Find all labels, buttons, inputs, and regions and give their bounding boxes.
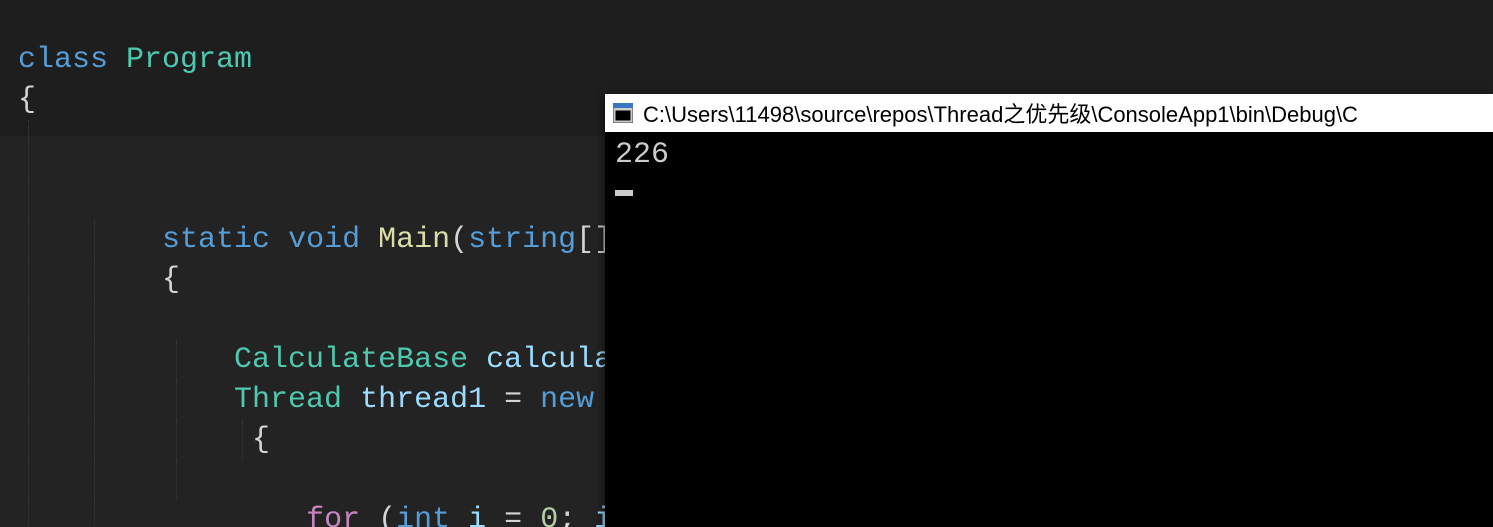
console-icon (613, 103, 633, 123)
code-line: { (18, 180, 702, 220)
console-titlebar[interactable]: C:\Users\11498\source\repos\Thread之优先级\C… (605, 94, 1493, 132)
code-line: static void Main(string[] args (18, 140, 702, 180)
code-line: Thread thread1 = new Threa (18, 260, 702, 300)
code-line: for (int i = 0; i < 10 (18, 340, 702, 380)
code-line: class Program (18, 40, 702, 80)
brace-open: { (18, 83, 36, 117)
code-line: calculate.Operatio (18, 420, 702, 460)
console-window[interactable]: C:\Users\11498\source\repos\Thread之优先级\C… (605, 94, 1493, 527)
code-line: { (18, 80, 702, 120)
code-blank (18, 120, 702, 140)
console-output-line: 226 (615, 138, 1483, 172)
type-program: Program (126, 43, 252, 77)
console-body[interactable]: 226 (605, 132, 1493, 212)
console-title: C:\Users\11498\source\repos\Thread之优先级\C… (643, 97, 1358, 129)
console-cursor (615, 190, 633, 196)
code-line: }); (18, 500, 702, 527)
code-line: { (18, 300, 702, 340)
code-line (18, 0, 702, 40)
code-line: CalculateBase calculate = (18, 220, 702, 260)
keyword-class: class (18, 43, 108, 77)
code-line: { (18, 380, 702, 420)
code-line: } (18, 460, 702, 500)
